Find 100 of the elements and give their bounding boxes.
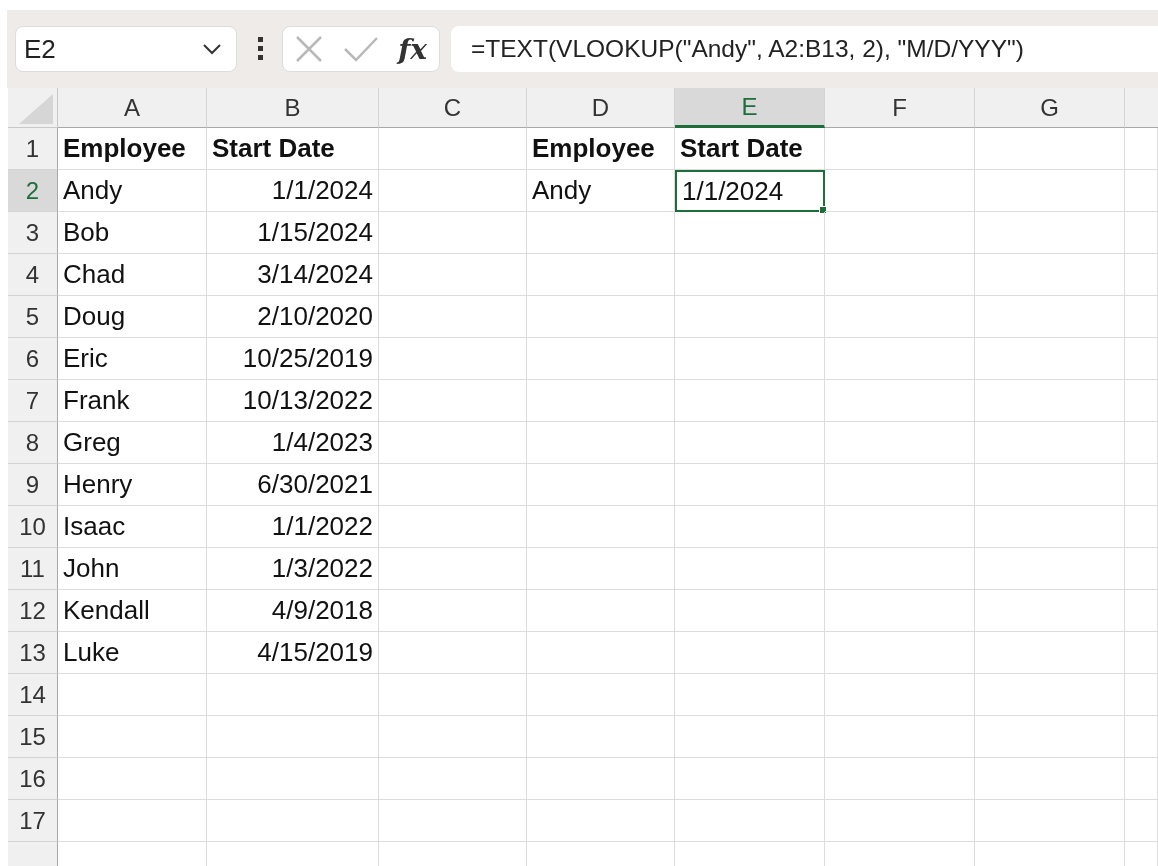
empty-cell[interactable]	[675, 212, 825, 254]
empty-cell[interactable]	[975, 758, 1125, 800]
column-header[interactable]: C	[379, 88, 527, 128]
empty-cell[interactable]	[527, 632, 675, 674]
empty-cell[interactable]	[527, 716, 675, 758]
empty-cell[interactable]	[825, 758, 975, 800]
insert-function-button[interactable]: fx	[398, 32, 427, 66]
empty-cell[interactable]	[379, 212, 527, 254]
row-header[interactable]: 1	[8, 128, 58, 170]
row-header[interactable]: 12	[8, 590, 58, 632]
empty-cell[interactable]	[675, 548, 825, 590]
table-cell[interactable]: Eric	[58, 338, 207, 380]
row-header[interactable]: 13	[8, 632, 58, 674]
row-header[interactable]: 9	[8, 464, 58, 506]
empty-cell[interactable]	[379, 296, 527, 338]
empty-cell[interactable]	[379, 800, 527, 842]
table-cell[interactable]: 4/9/2018	[207, 590, 379, 632]
empty-cell[interactable]	[825, 800, 975, 842]
table-cell[interactable]: Andy	[527, 170, 675, 212]
empty-cell[interactable]	[207, 758, 379, 800]
empty-cell[interactable]	[975, 800, 1125, 842]
empty-cell[interactable]	[825, 254, 975, 296]
table-cell[interactable]: 1/15/2024	[207, 212, 379, 254]
empty-cell[interactable]	[207, 674, 379, 716]
row-header[interactable]: 17	[8, 800, 58, 842]
empty-cell[interactable]	[1125, 170, 1158, 212]
row-header[interactable]: 15	[8, 716, 58, 758]
empty-cell[interactable]	[527, 296, 675, 338]
table-cell[interactable]: 1/4/2023	[207, 422, 379, 464]
empty-cell[interactable]	[825, 422, 975, 464]
empty-cell[interactable]	[975, 632, 1125, 674]
empty-cell[interactable]	[527, 212, 675, 254]
empty-cell[interactable]	[825, 296, 975, 338]
column-header[interactable]: D	[527, 88, 675, 128]
empty-cell[interactable]	[975, 548, 1125, 590]
table-cell[interactable]: 1/1/2024	[207, 170, 379, 212]
empty-cell[interactable]	[379, 170, 527, 212]
empty-cell[interactable]	[975, 590, 1125, 632]
empty-cell[interactable]	[675, 758, 825, 800]
empty-cell[interactable]	[975, 464, 1125, 506]
empty-cell[interactable]	[825, 212, 975, 254]
table-cell[interactable]: Employee	[58, 128, 207, 170]
empty-cell[interactable]	[975, 716, 1125, 758]
empty-cell[interactable]	[825, 170, 975, 212]
table-cell[interactable]: Employee	[527, 128, 675, 170]
column-header[interactable]: F	[825, 88, 975, 128]
empty-cell[interactable]	[825, 590, 975, 632]
empty-cell[interactable]	[1125, 716, 1158, 758]
empty-cell[interactable]	[379, 422, 527, 464]
empty-cell[interactable]	[675, 506, 825, 548]
empty-cell[interactable]	[675, 464, 825, 506]
table-cell[interactable]: 1/1/2024	[675, 170, 825, 212]
empty-cell[interactable]	[1125, 296, 1158, 338]
row-header[interactable]: 10	[8, 506, 58, 548]
empty-cell[interactable]	[825, 128, 975, 170]
empty-cell[interactable]	[527, 548, 675, 590]
empty-cell[interactable]	[379, 548, 527, 590]
column-header[interactable]: B	[207, 88, 379, 128]
empty-cell[interactable]	[1125, 590, 1158, 632]
table-cell[interactable]: Bob	[58, 212, 207, 254]
empty-cell[interactable]	[527, 758, 675, 800]
table-cell[interactable]: 6/30/2021	[207, 464, 379, 506]
empty-cell[interactable]	[825, 380, 975, 422]
table-cell[interactable]: Doug	[58, 296, 207, 338]
cancel-icon[interactable]	[295, 35, 323, 63]
empty-cell[interactable]	[825, 506, 975, 548]
more-options-icon[interactable]	[258, 37, 264, 61]
table-cell[interactable]: Kendall	[58, 590, 207, 632]
row-header[interactable]: 4	[8, 254, 58, 296]
empty-cell[interactable]	[527, 464, 675, 506]
select-all-button[interactable]	[8, 88, 58, 128]
row-header[interactable]: 14	[8, 674, 58, 716]
empty-cell[interactable]	[675, 422, 825, 464]
empty-cell[interactable]	[675, 296, 825, 338]
empty-cell[interactable]	[527, 338, 675, 380]
empty-cell[interactable]	[675, 590, 825, 632]
empty-cell[interactable]	[379, 464, 527, 506]
empty-cell[interactable]	[379, 758, 527, 800]
empty-cell[interactable]	[379, 254, 527, 296]
empty-cell[interactable]	[975, 674, 1125, 716]
empty-cell[interactable]	[1125, 338, 1158, 380]
empty-cell[interactable]	[1125, 800, 1158, 842]
empty-cell[interactable]	[675, 380, 825, 422]
empty-cell[interactable]	[675, 674, 825, 716]
empty-cell[interactable]	[675, 338, 825, 380]
table-cell[interactable]: 4/15/2019	[207, 632, 379, 674]
empty-cell[interactable]	[527, 590, 675, 632]
empty-cell[interactable]	[825, 464, 975, 506]
column-header[interactable]: E	[675, 88, 825, 128]
empty-cell[interactable]	[1125, 212, 1158, 254]
empty-cell[interactable]	[975, 338, 1125, 380]
empty-cell[interactable]	[379, 632, 527, 674]
empty-cell[interactable]	[1125, 674, 1158, 716]
name-box[interactable]: E2	[15, 26, 237, 72]
empty-cell[interactable]	[527, 422, 675, 464]
empty-cell[interactable]	[379, 380, 527, 422]
row-header[interactable]: 6	[8, 338, 58, 380]
column-header[interactable]	[1125, 88, 1158, 128]
empty-cell[interactable]	[975, 296, 1125, 338]
empty-cell[interactable]	[675, 254, 825, 296]
